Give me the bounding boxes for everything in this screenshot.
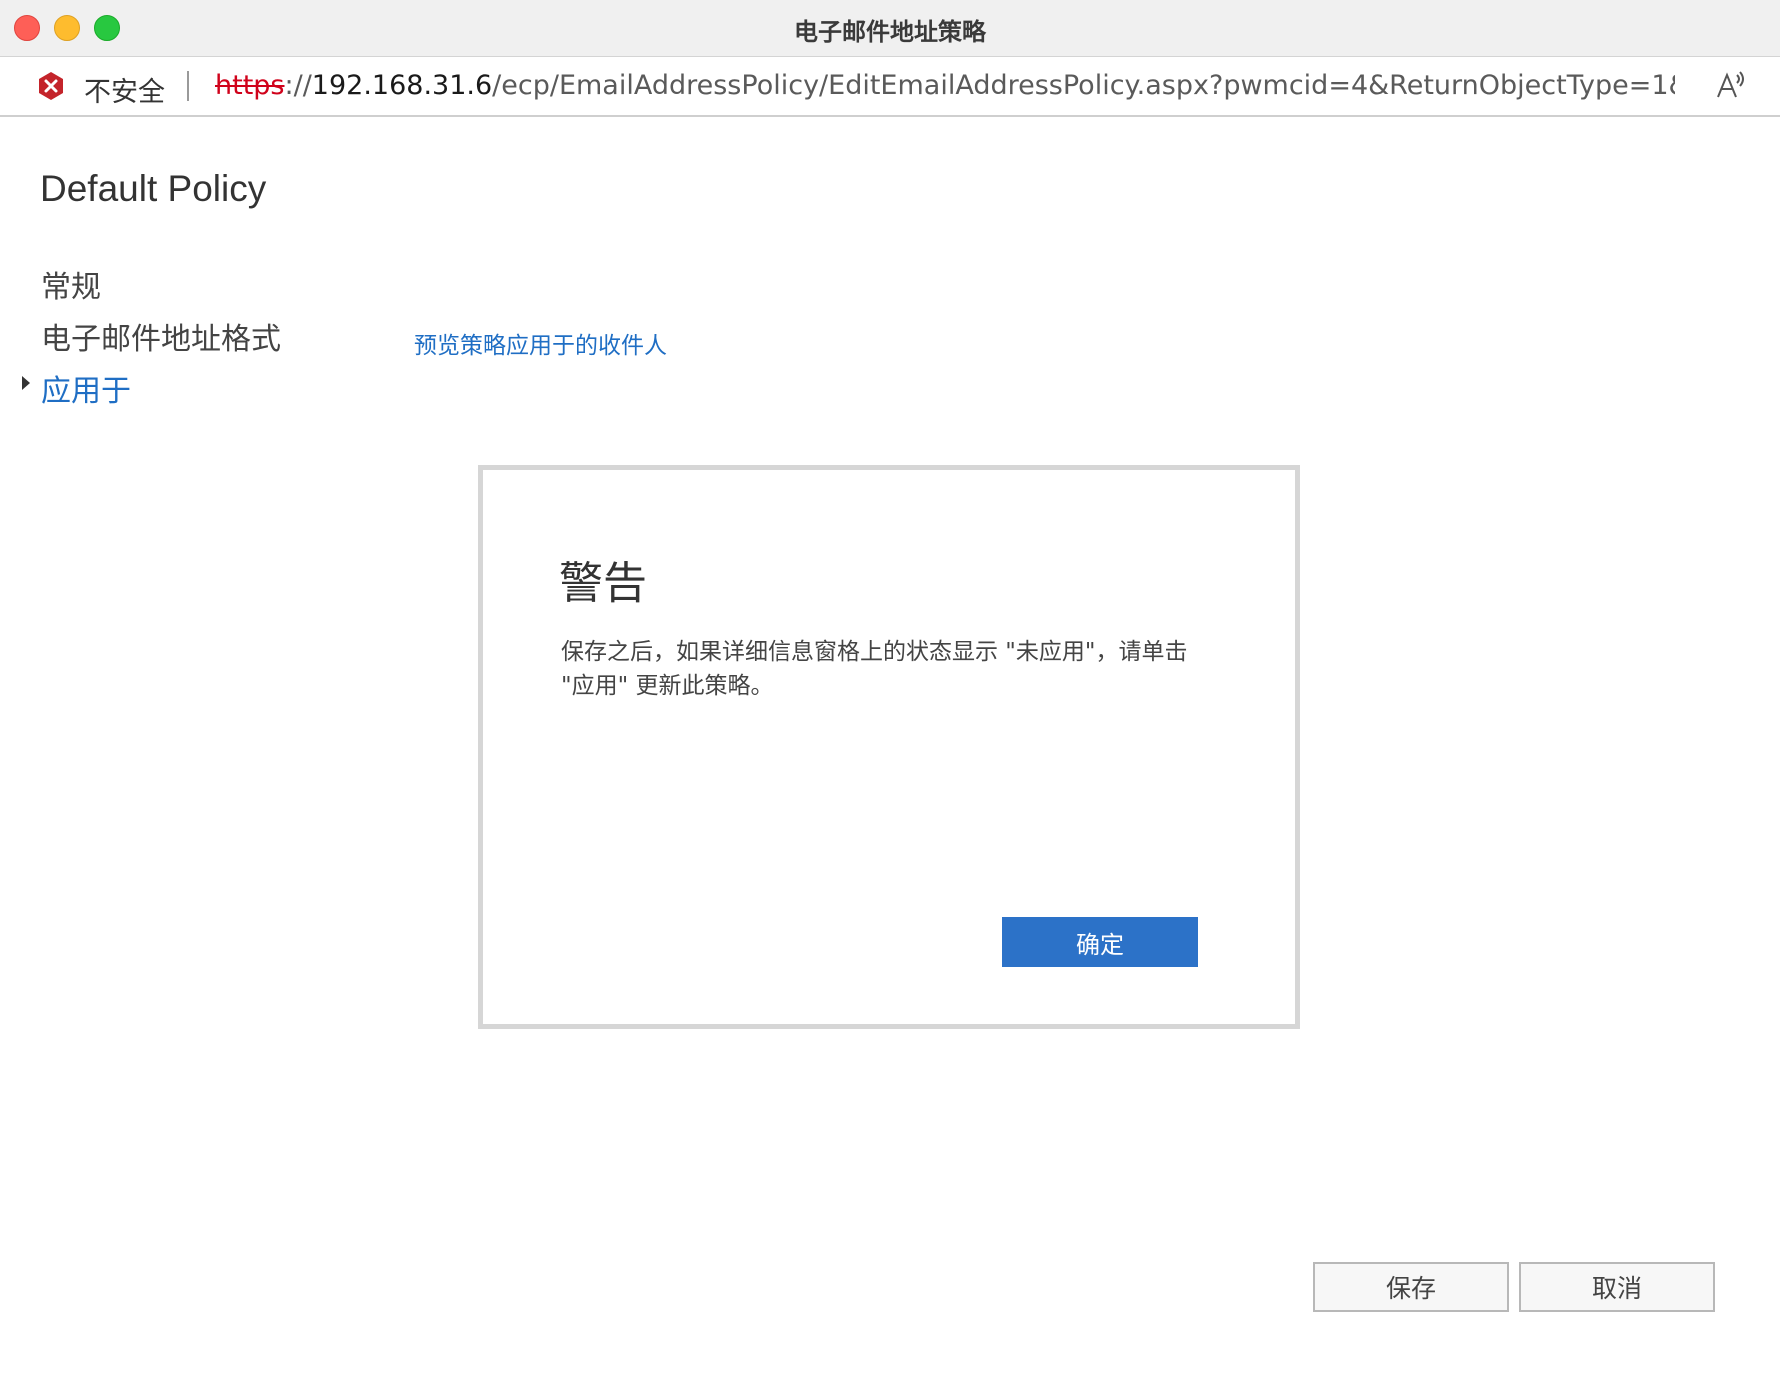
url-host: 192.168.31.6	[311, 70, 493, 101]
page-title: Default Policy	[40, 168, 267, 209]
save-button[interactable]: 保存	[1313, 1262, 1509, 1312]
url-separator: ://	[284, 70, 312, 101]
dialog-message-line: 保存之后，如果详细信息窗格上的状态显示 "未应用"，请单击	[561, 639, 1188, 665]
dialog-message: 保存之后，如果详细信息窗格上的状态显示 "未应用"，请单击 "应用" 更新此策略…	[561, 635, 1221, 703]
nav-item-apply-to[interactable]: 应用于	[41, 366, 131, 410]
url-path: /ecp/EmailAddressPolicy/EditEmailAddress…	[492, 70, 1675, 101]
url-text[interactable]: https://192.168.31.6/ecp/EmailAddressPol…	[215, 70, 1675, 101]
nav-item-email-address-format[interactable]: 电子邮件地址格式	[41, 314, 281, 358]
x-circle-icon[interactable]	[36, 71, 66, 101]
ok-button[interactable]: 确定	[1002, 917, 1198, 967]
dialog-message-line: "应用" 更新此策略。	[561, 673, 774, 699]
nav-item-general[interactable]: 常规	[41, 262, 101, 306]
preview-recipients-link[interactable]: 预览策略应用于的收件人	[414, 326, 667, 360]
url-scheme: https	[215, 70, 285, 101]
browser-window: 电子邮件地址策略 不安全 https://192.168.31.6/ecp/Em…	[0, 0, 1780, 1378]
address-bar[interactable]: 不安全 https://192.168.31.6/ecp/EmailAddres…	[0, 57, 1780, 117]
read-aloud-icon[interactable]	[1714, 69, 1748, 103]
warning-dialog: 警告 保存之后，如果详细信息窗格上的状态显示 "未应用"，请单击 "应用" 更新…	[478, 465, 1300, 1029]
address-divider	[187, 71, 189, 101]
window-title: 电子邮件地址策略	[794, 18, 986, 46]
caret-right-icon	[22, 376, 30, 390]
title-bar: 电子邮件地址策略	[0, 0, 1780, 57]
dialog-title: 警告	[559, 558, 647, 609]
cancel-button[interactable]: 取消	[1519, 1262, 1715, 1312]
security-status-label[interactable]: 不安全	[84, 70, 165, 109]
